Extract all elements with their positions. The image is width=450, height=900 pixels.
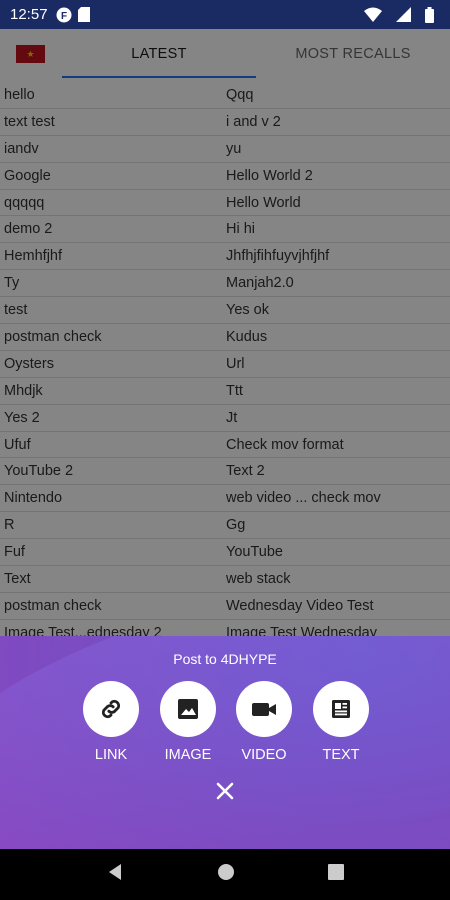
- system-nav-bar: [0, 849, 450, 900]
- close-button[interactable]: [210, 776, 240, 806]
- cell-signal-icon: [396, 7, 411, 22]
- post-video-button[interactable]: VIDEO: [234, 681, 294, 763]
- close-icon: [216, 782, 234, 800]
- post-text-button[interactable]: TEXT: [311, 681, 371, 763]
- sheet-wave-decoration: [0, 636, 450, 849]
- recents-icon[interactable]: [327, 864, 344, 885]
- wifi-icon: [364, 7, 382, 22]
- app-notification-icon: F: [56, 7, 72, 23]
- post-image-button[interactable]: IMAGE: [158, 681, 218, 763]
- video-label: VIDEO: [241, 747, 287, 763]
- text-label: TEXT: [322, 747, 360, 763]
- battery-icon: [425, 6, 434, 23]
- article-icon[interactable]: [313, 681, 369, 737]
- image-icon[interactable]: [160, 681, 216, 737]
- status-time: 12:57: [10, 6, 48, 23]
- video-camera-icon[interactable]: [236, 681, 292, 737]
- image-label: IMAGE: [164, 747, 212, 763]
- post-bottom-sheet: Post to 4DHYPE LINK IMAGE VIDEO TEXT: [0, 636, 450, 849]
- sheet-title: Post to 4DHYPE: [173, 651, 277, 667]
- home-icon[interactable]: [217, 863, 235, 886]
- svg-text:F: F: [60, 11, 66, 22]
- link-icon[interactable]: [83, 681, 139, 737]
- link-label: LINK: [94, 747, 128, 763]
- status-bar: 12:57 F: [0, 0, 450, 29]
- back-icon[interactable]: [106, 863, 124, 886]
- post-link-button[interactable]: LINK: [81, 681, 141, 763]
- sim-card-icon: [77, 7, 90, 22]
